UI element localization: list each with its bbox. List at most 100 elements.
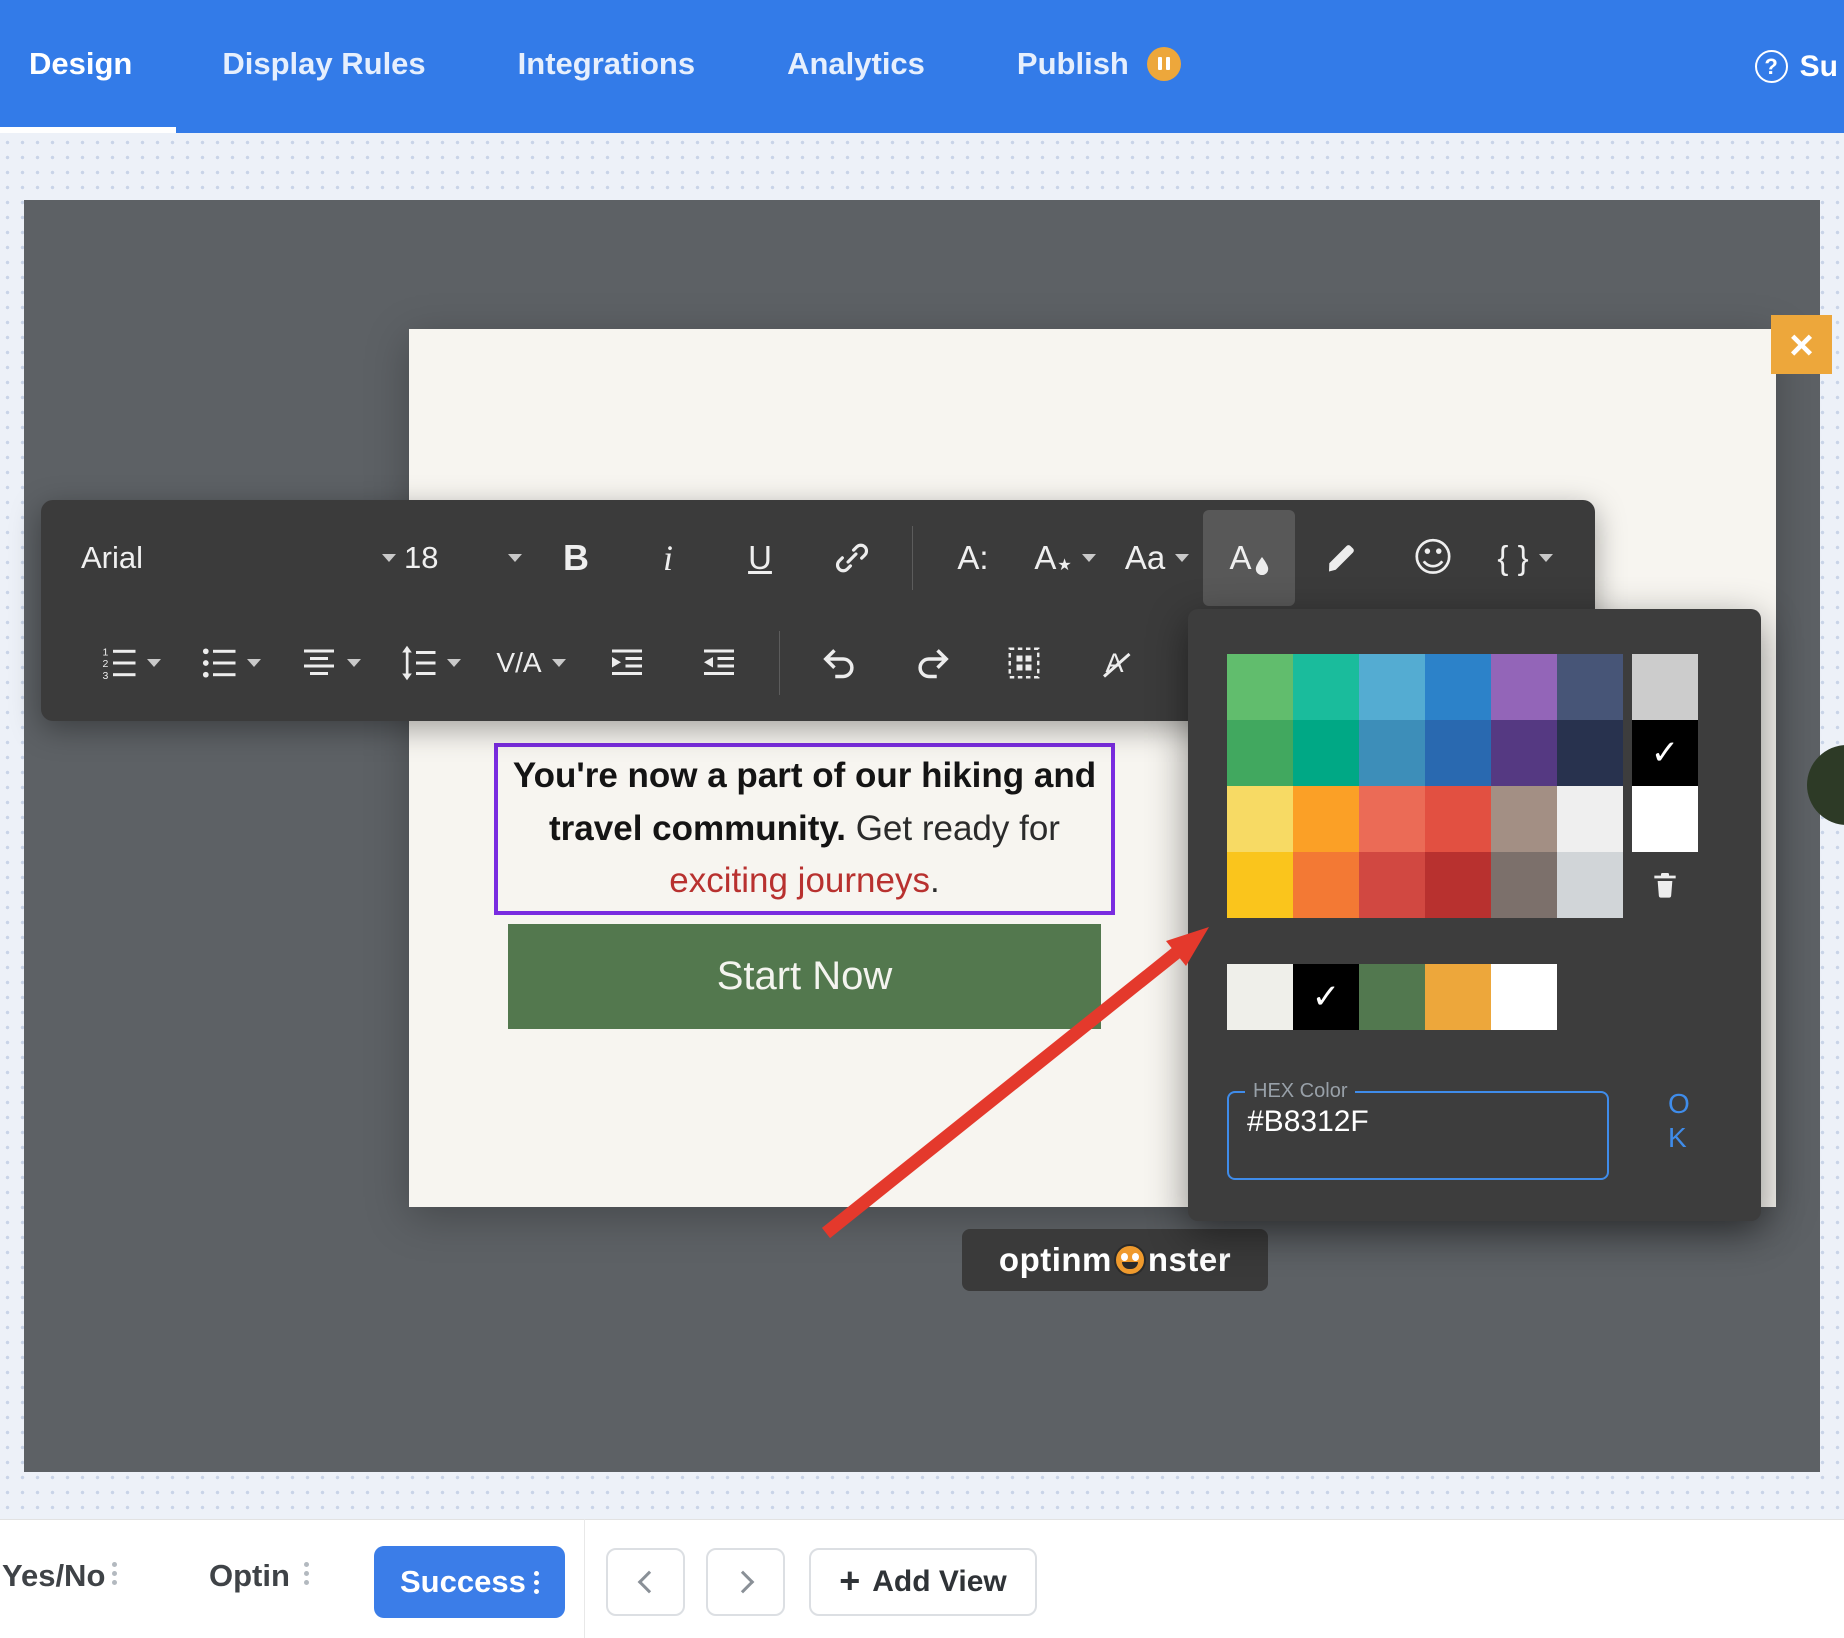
outdent-button[interactable] <box>673 615 765 711</box>
bullet-list-icon <box>201 645 237 681</box>
recent-colors: ✓ <box>1227 964 1761 1030</box>
color-swatch[interactable] <box>1425 964 1491 1030</box>
palette-row <box>1227 786 1761 852</box>
view-optin-menu-button[interactable] <box>298 1556 315 1591</box>
color-swatch[interactable] <box>1359 964 1425 1030</box>
color-swatch[interactable] <box>1293 654 1359 720</box>
clear-formatting-button[interactable]: A <box>1070 615 1162 711</box>
indent-button[interactable] <box>581 615 673 711</box>
undo-button[interactable] <box>794 615 886 711</box>
color-swatch[interactable] <box>1227 720 1293 786</box>
chevron-down-icon <box>147 659 161 667</box>
color-swatch[interactable] <box>1491 964 1557 1030</box>
line-height-icon <box>401 645 437 681</box>
color-swatch[interactable] <box>1293 786 1359 852</box>
color-picker-popup: ✓ ✓ HEX Color OK <box>1188 609 1761 1221</box>
tab-integrations[interactable]: Integrations <box>472 0 741 133</box>
tab-analytics-label: Analytics <box>787 46 925 82</box>
check-icon: ✓ <box>1312 977 1341 1017</box>
redo-button[interactable] <box>886 615 978 711</box>
message-period: . <box>930 861 940 900</box>
color-swatch[interactable] <box>1632 786 1698 852</box>
underline-button[interactable]: U <box>714 510 806 606</box>
start-now-button[interactable]: Start Now <box>508 924 1101 1029</box>
color-swatch[interactable] <box>1359 786 1425 852</box>
link-icon <box>833 539 871 577</box>
color-swatch[interactable] <box>1293 720 1359 786</box>
close-popup-button[interactable]: × <box>1771 315 1832 374</box>
next-view-button[interactable] <box>706 1548 785 1616</box>
bold-button[interactable]: B <box>530 510 622 606</box>
color-swatch[interactable] <box>1491 852 1557 918</box>
color-swatch[interactable] <box>1227 964 1293 1030</box>
inline-style-button[interactable]: A★ <box>1019 510 1111 606</box>
tab-publish[interactable]: Publish <box>971 0 1227 133</box>
view-yesno-menu-button[interactable] <box>106 1556 123 1591</box>
select-all-button[interactable] <box>978 615 1070 711</box>
ordered-list-button[interactable]: 123 <box>81 615 181 711</box>
tab-design-label: Design <box>29 46 132 82</box>
color-swatch[interactable] <box>1557 654 1623 720</box>
tab-display-rules[interactable]: Display Rules <box>176 0 471 133</box>
color-swatch[interactable] <box>1359 720 1425 786</box>
hex-input[interactable] <box>1235 1103 1565 1139</box>
plus-icon: + <box>839 1560 860 1602</box>
message-selection[interactable]: You're now a part of our hiking and trav… <box>494 743 1115 915</box>
text-color-button[interactable]: A <box>1203 510 1295 606</box>
align-button[interactable] <box>281 615 381 711</box>
ok-button[interactable]: OK <box>1668 1087 1698 1154</box>
color-swatch[interactable] <box>1425 720 1491 786</box>
color-swatch[interactable] <box>1632 654 1698 720</box>
view-success-button[interactable]: Success <box>374 1546 565 1618</box>
font-family-select[interactable]: Arial <box>81 540 396 576</box>
bullet-list-button[interactable] <box>181 615 281 711</box>
color-swatch[interactable]: ✓ <box>1293 964 1359 1030</box>
color-swatch[interactable] <box>1227 654 1293 720</box>
help-icon[interactable]: ? <box>1755 50 1788 83</box>
view-optin-label[interactable]: Optin <box>209 1558 290 1594</box>
clear-format-icon: A <box>1098 645 1134 681</box>
tab-design[interactable]: Design <box>0 0 176 133</box>
remove-color-button[interactable] <box>1632 852 1698 918</box>
text-case-button[interactable]: Aa <box>1111 510 1203 606</box>
color-swatch[interactable] <box>1293 852 1359 918</box>
color-swatch[interactable] <box>1227 852 1293 918</box>
link-button[interactable] <box>806 510 898 606</box>
font-size-value: 18 <box>404 540 438 576</box>
code-view-button[interactable]: { } <box>1479 510 1571 606</box>
letter-spacing-button[interactable]: V/A <box>481 615 581 711</box>
font-size-select[interactable]: 18 <box>404 540 522 576</box>
color-swatch[interactable] <box>1557 852 1623 918</box>
tab-analytics[interactable]: Analytics <box>741 0 971 133</box>
color-swatch[interactable] <box>1491 786 1557 852</box>
color-swatch[interactable] <box>1557 720 1623 786</box>
color-swatch[interactable] <box>1557 786 1623 852</box>
message-highlight-text: exciting journeys <box>669 861 930 900</box>
italic-button[interactable]: i <box>622 510 714 606</box>
color-swatch[interactable] <box>1491 720 1557 786</box>
add-view-button[interactable]: + Add View <box>809 1548 1037 1616</box>
chevron-down-icon <box>382 554 396 562</box>
palette-row <box>1227 852 1761 918</box>
view-success-menu-button[interactable] <box>528 1565 545 1600</box>
redo-icon <box>913 644 951 682</box>
color-swatch[interactable] <box>1491 654 1557 720</box>
emoji-icon: ☺ <box>1412 535 1454 581</box>
svg-text:3: 3 <box>103 670 109 681</box>
support-link[interactable]: Su <box>1800 50 1838 84</box>
highlighter-button[interactable] <box>1295 510 1387 606</box>
color-swatch[interactable] <box>1359 654 1425 720</box>
color-swatch[interactable]: ✓ <box>1632 720 1698 786</box>
emoji-button[interactable]: ☺ <box>1387 510 1479 606</box>
view-yesno-label[interactable]: Yes/No <box>2 1558 105 1594</box>
line-height-button[interactable] <box>381 615 481 711</box>
color-swatch[interactable] <box>1425 852 1491 918</box>
paragraph-style-button[interactable]: A: <box>927 510 1019 606</box>
color-swatch[interactable] <box>1425 654 1491 720</box>
chevron-down-icon <box>552 659 566 667</box>
color-swatch[interactable] <box>1227 786 1293 852</box>
prev-view-button[interactable] <box>606 1548 685 1616</box>
color-swatch[interactable] <box>1359 852 1425 918</box>
inline-style-glyph: A <box>1034 539 1056 577</box>
color-swatch[interactable] <box>1425 786 1491 852</box>
